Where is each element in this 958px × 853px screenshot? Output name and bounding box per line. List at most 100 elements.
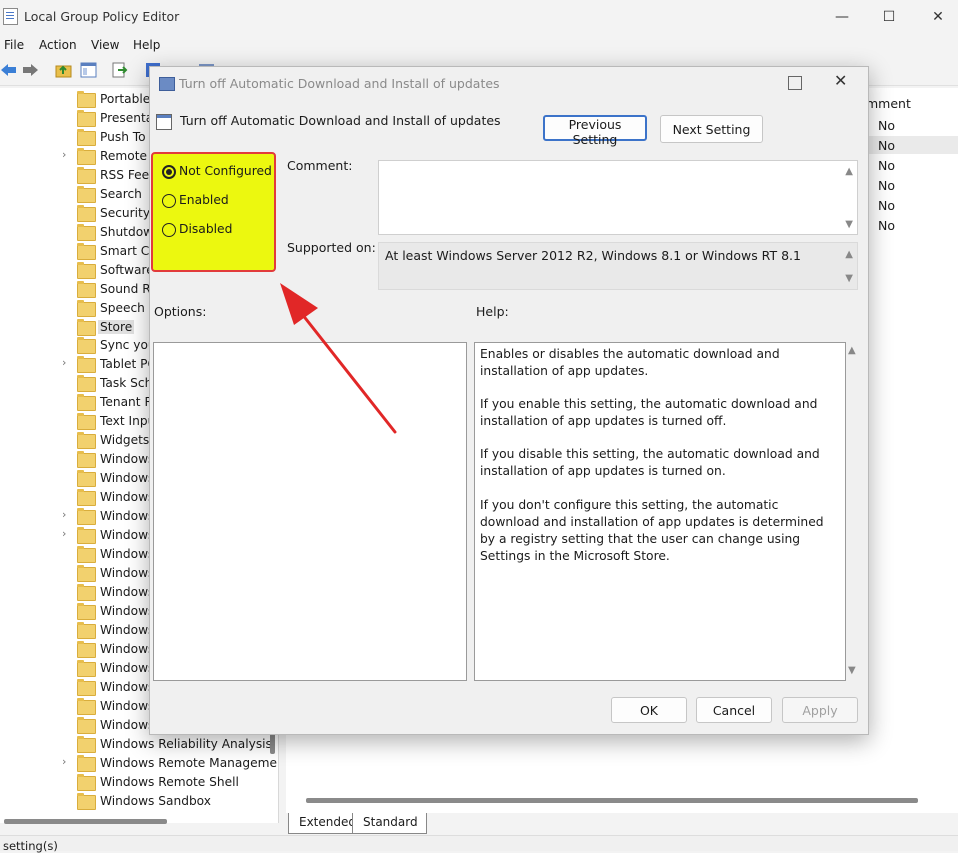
folder-icon: [77, 716, 96, 734]
radio-indicator[interactable]: [162, 223, 176, 237]
menu-bar: File Action View Help: [0, 36, 958, 55]
scroll-up-icon[interactable]: ▲: [845, 249, 853, 260]
tab-standard[interactable]: Standard: [352, 813, 427, 834]
folder-icon: [77, 735, 96, 753]
setting-title: Turn off Automatic Download and Install …: [180, 113, 501, 128]
tree-item-label: Windows Reliability Analysis: [100, 736, 272, 751]
menu-view[interactable]: View: [91, 38, 119, 52]
folder-icon: [77, 546, 96, 564]
chevron-right-icon[interactable]: ›: [62, 356, 72, 369]
tree-item-label: Push To I: [100, 129, 154, 144]
tree-item-label: Speech: [100, 300, 145, 315]
dialog-close-button[interactable]: ✕: [834, 71, 847, 90]
policy-icon: [159, 77, 175, 91]
policy-setting-dialog: Turn off Automatic Download and Install …: [149, 66, 869, 735]
maximize-button[interactable]: ☐: [867, 4, 911, 30]
tree-item-label: Security: [100, 205, 151, 220]
help-label: Help:: [476, 304, 509, 319]
radio-label: Not Configured: [179, 164, 272, 178]
chevron-right-icon[interactable]: ›: [62, 755, 72, 768]
previous-setting-button[interactable]: Previous Setting: [543, 115, 647, 147]
window-title: Local Group Policy Editor: [24, 9, 180, 24]
tree-scrollbar-thumb[interactable]: [270, 732, 275, 754]
radio-label: Disabled: [179, 222, 233, 236]
folder-icon: [77, 470, 96, 488]
scroll-down-icon[interactable]: ▼: [845, 219, 853, 230]
folder-icon: [77, 413, 96, 431]
tree-item[interactable]: Windows Sandbox: [62, 792, 278, 811]
tree-item-label: Search: [100, 186, 142, 201]
minimize-button[interactable]: —: [820, 4, 864, 30]
status-bar: 6 setting(s): [0, 835, 958, 853]
folder-icon: [77, 583, 96, 601]
radio-indicator[interactable]: [162, 165, 176, 179]
supported-on-value: At least Windows Server 2012 R2, Windows…: [385, 248, 801, 263]
forward-icon[interactable]: [22, 62, 39, 78]
tree-item-label: Sync you: [100, 338, 156, 353]
folder-icon: [77, 754, 96, 772]
folder-icon: [77, 280, 96, 298]
folder-icon: [77, 318, 96, 336]
folder-icon: [77, 792, 96, 810]
folder-icon: [77, 602, 96, 620]
state-radio-group-highlight: Not Configured Enabled Disabled: [151, 152, 276, 272]
row-comment-value: No: [878, 178, 895, 193]
tree-horizontal-scrollbar[interactable]: [4, 819, 167, 824]
folder-icon: [77, 508, 96, 526]
menu-file[interactable]: File: [4, 38, 24, 52]
column-header-comment[interactable]: mment: [866, 96, 911, 111]
comment-textarea[interactable]: ▲ ▼: [378, 160, 858, 235]
chevron-right-icon[interactable]: ›: [62, 148, 72, 161]
folder-icon: [77, 109, 96, 127]
tree-item-label: Software: [100, 262, 154, 277]
scroll-down-icon[interactable]: ▼: [848, 665, 856, 676]
folder-icon: [77, 166, 96, 184]
annotation-arrow-icon: [280, 283, 397, 434]
close-button[interactable]: ✕: [916, 4, 958, 30]
status-text: 6 setting(s): [0, 839, 58, 853]
supported-on-label: Supported on:: [287, 240, 376, 255]
export-icon[interactable]: [111, 62, 128, 78]
help-paragraph: Enables or disables the automatic downlo…: [480, 347, 780, 378]
tree-item-label: Windows: [100, 679, 155, 694]
tree-item[interactable]: › Windows Remote Manageme: [62, 754, 278, 773]
tree-item[interactable]: Windows Remote Shell: [62, 773, 278, 792]
chevron-right-icon[interactable]: ›: [62, 527, 72, 540]
list-horizontal-scrollbar[interactable]: [306, 798, 918, 803]
view-tabs: Extended Standard: [286, 813, 958, 834]
comment-label: Comment:: [287, 158, 353, 173]
help-paragraph: If you enable this setting, the automati…: [480, 397, 818, 428]
folder-icon: [77, 432, 96, 450]
scroll-up-icon[interactable]: ▲: [845, 166, 853, 177]
tree-item-label: Windows Remote Manageme: [100, 755, 277, 770]
folder-icon: [77, 678, 96, 696]
folder-icon: [77, 773, 96, 791]
folder-icon: [77, 337, 96, 355]
dialog-maximize-button[interactable]: [788, 76, 802, 90]
folder-icon: [77, 147, 96, 165]
folder-icon: [77, 299, 96, 317]
folder-icon: [77, 223, 96, 241]
back-icon[interactable]: [0, 62, 17, 78]
tree-item-label: Windows: [100, 452, 155, 467]
menu-help[interactable]: Help: [133, 38, 160, 52]
show-hide-icon[interactable]: [80, 62, 97, 78]
tree-item-label: Windows: [100, 660, 155, 675]
folder-up-icon[interactable]: [55, 62, 72, 78]
tree-item-label: Windows: [100, 641, 155, 656]
folder-icon: [77, 375, 96, 393]
next-setting-button[interactable]: Next Setting: [660, 115, 763, 143]
menu-action[interactable]: Action: [39, 38, 77, 52]
ok-button[interactable]: OK: [611, 697, 687, 723]
cancel-button[interactable]: Cancel: [696, 697, 772, 723]
radio-label: Enabled: [179, 193, 229, 207]
apply-button[interactable]: Apply: [782, 697, 858, 723]
scroll-down-icon[interactable]: ▼: [845, 273, 853, 284]
chevron-right-icon[interactable]: ›: [62, 508, 72, 521]
scroll-up-icon[interactable]: ▲: [848, 345, 856, 356]
tree-item[interactable]: Windows Reliability Analysis: [62, 735, 278, 754]
folder-icon: [77, 697, 96, 715]
folder-icon: [77, 659, 96, 677]
folder-icon: [77, 356, 96, 374]
radio-indicator[interactable]: [162, 194, 176, 208]
